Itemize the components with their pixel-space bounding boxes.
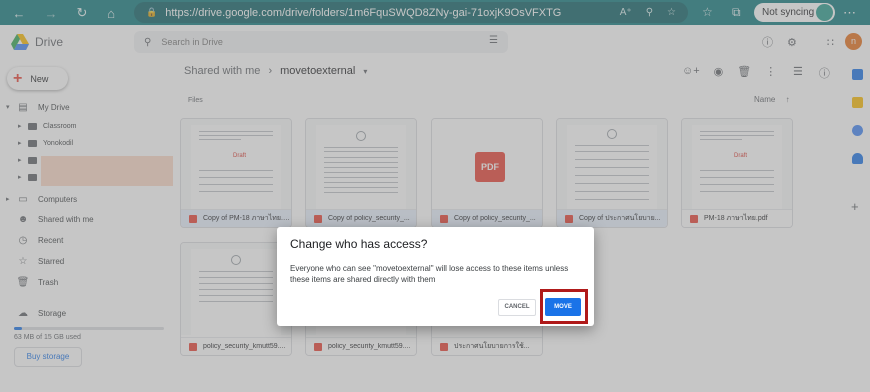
move-button-highlight [540,289,588,324]
dialog-body: Everyone who can see "movetoexternal" wi… [290,264,569,284]
dialog-title: Change who has access? [290,237,428,251]
modal-backdrop[interactable] [0,0,870,392]
cancel-button[interactable]: CANCEL [498,299,536,316]
